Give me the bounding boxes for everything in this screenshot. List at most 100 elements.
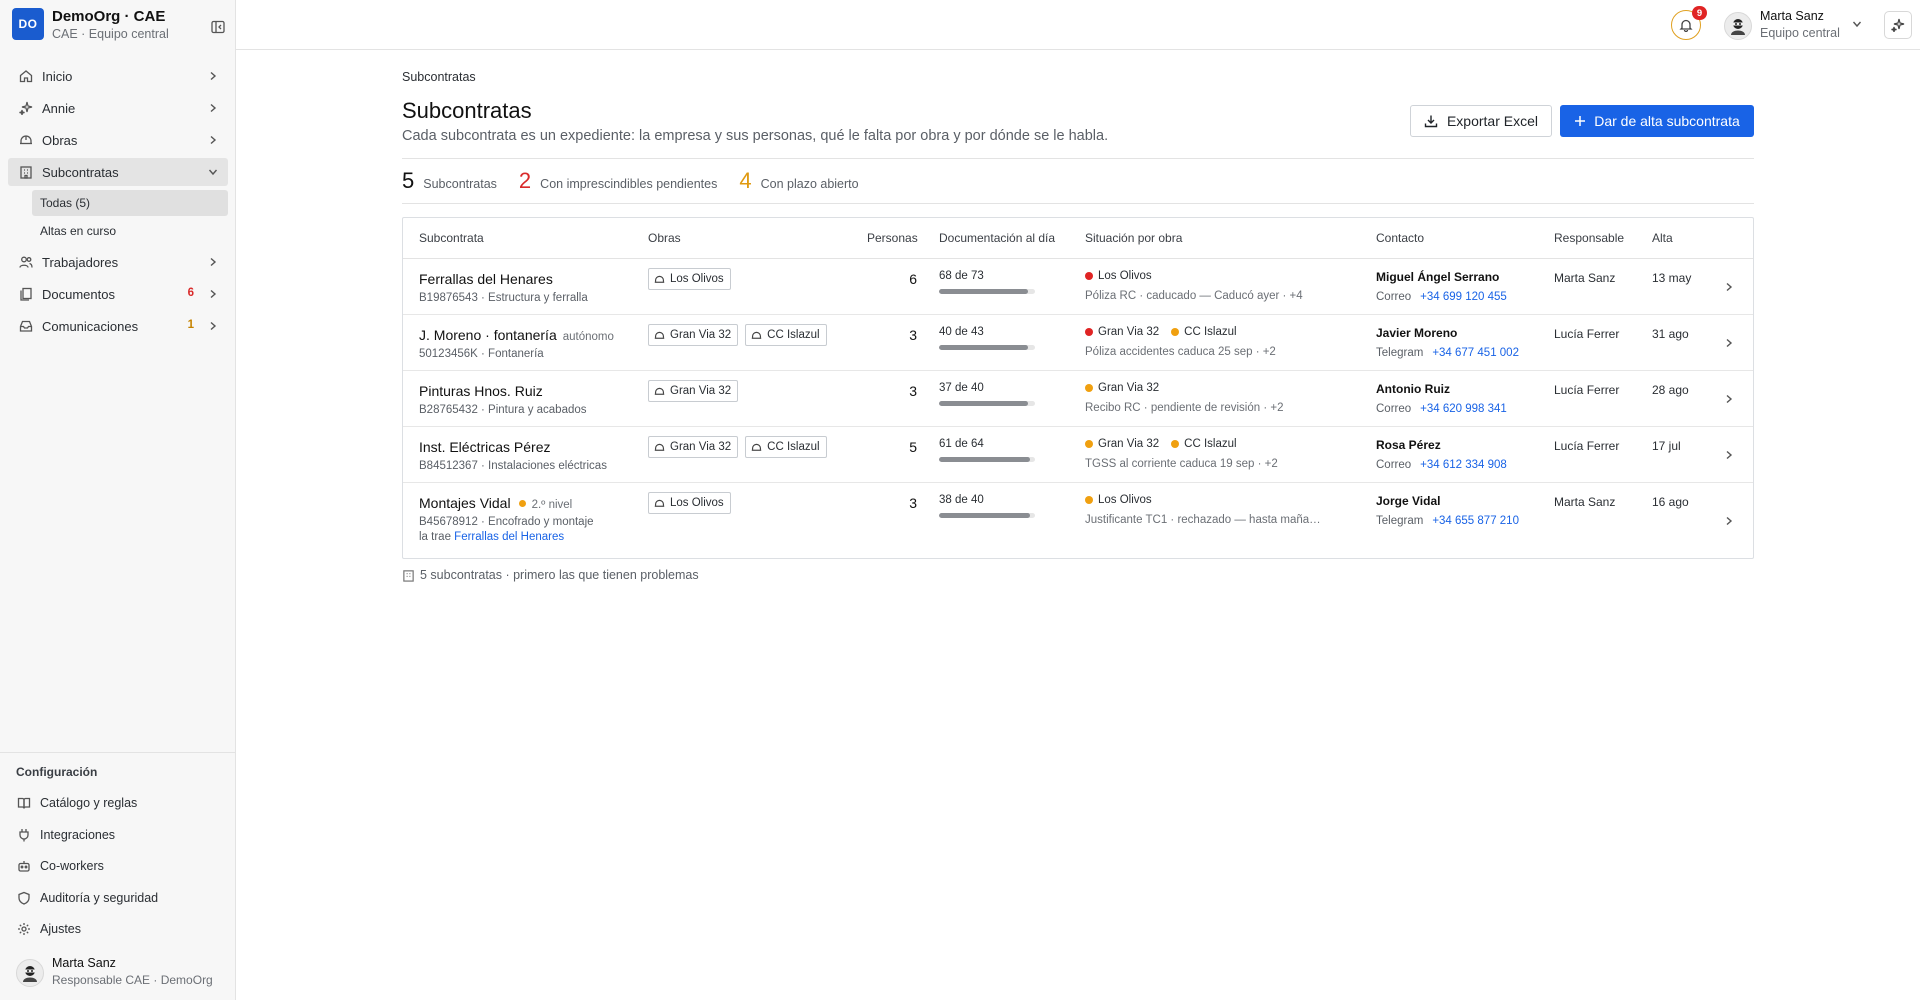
- comunicaciones-count-badge: 1: [187, 319, 194, 331]
- brought-by-link[interactable]: Ferrallas del Henares: [454, 531, 564, 543]
- situacion-note: Póliza RC · caducado — Caducó ayer · +4: [1085, 290, 1303, 302]
- user-menu[interactable]: Marta Sanz Equipo central: [1724, 8, 1874, 42]
- th-subcontrata[interactable]: Subcontrata: [419, 231, 484, 245]
- new-subcontrata-button[interactable]: Dar de alta subcontrata: [1560, 105, 1754, 137]
- subcontrata-cell: Montajes Vidal 2.º nivel B45678912 · Enco…: [419, 495, 594, 543]
- nav-label: Trabajadores: [42, 254, 119, 270]
- nav-label: Comunicaciones: [42, 318, 139, 334]
- table-row[interactable]: Montajes Vidal 2.º nivel B45678912 · Enco…: [403, 483, 1753, 559]
- nav-item-subcontratas[interactable]: Subcontratas: [8, 158, 228, 186]
- situacion-obra: CC Islazul: [1171, 438, 1237, 450]
- sidebar-collapse-icon[interactable]: [208, 17, 228, 37]
- chevron-right-icon[interactable]: [1721, 513, 1737, 529]
- avatar: [16, 959, 44, 987]
- contact-phone-link[interactable]: +34 620 998 341: [1420, 403, 1507, 415]
- table-row[interactable]: Pinturas Hnos. Ruiz B28765432 · Pintura …: [403, 371, 1753, 427]
- obras-cell: Los Olivos: [648, 268, 738, 290]
- org-switcher[interactable]: DO DemoOrg · CAE CAE · Equipo central: [12, 8, 225, 42]
- documentacion-text: 38 de 40: [939, 494, 984, 506]
- config-item-ajustes[interactable]: Ajustes: [0, 915, 236, 943]
- stat-imprescindibles[interactable]: 2 Con imprescindibles pendientes: [519, 168, 717, 194]
- hard-hat-icon: [654, 442, 665, 453]
- subcontrata-name[interactable]: Pinturas Hnos. Ruiz: [419, 383, 543, 399]
- th-personas[interactable]: Personas: [867, 231, 918, 245]
- obras-cell: Los Olivos: [648, 492, 738, 514]
- obra-chip[interactable]: Gran Via 32: [648, 380, 739, 402]
- bot-icon: [16, 858, 32, 874]
- config-item-catalogo[interactable]: Catálogo y reglas: [0, 789, 236, 817]
- obra-chip-label: Gran Via 32: [670, 385, 732, 397]
- personas-count: 5: [909, 439, 917, 455]
- obra-chip[interactable]: CC Islazul: [745, 324, 827, 346]
- nav-item-comunicaciones[interactable]: Comunicaciones 1: [8, 312, 228, 340]
- main-nav: Inicio Annie Obras Subcontratas Todas (5…: [8, 62, 228, 344]
- document-icon: [18, 286, 34, 302]
- config-section: Configuración Catálogo y reglas Integrac…: [0, 752, 236, 947]
- th-obras[interactable]: Obras: [648, 231, 681, 245]
- nav-item-obras[interactable]: Obras: [8, 126, 228, 154]
- breadcrumb[interactable]: Subcontratas: [402, 70, 476, 84]
- config-item-integraciones[interactable]: Integraciones: [0, 821, 236, 849]
- hard-hat-icon: [751, 330, 762, 341]
- subnav-altas-en-curso[interactable]: Altas en curso: [32, 218, 228, 244]
- th-situacion[interactable]: Situación por obra: [1085, 231, 1182, 245]
- stat-plazo-abierto[interactable]: 4 Con plazo abierto: [739, 168, 858, 194]
- th-documentacion[interactable]: Documentación al día: [939, 231, 1055, 245]
- obras-cell: Gran Via 32: [648, 380, 745, 402]
- chevron-right-icon[interactable]: [1721, 335, 1737, 351]
- table-row[interactable]: Ferrallas del Henares B19876543 · Estruc…: [403, 259, 1753, 315]
- nav-label: Obras: [42, 132, 78, 148]
- th-contacto[interactable]: Contacto: [1376, 231, 1424, 245]
- subcontrata-name[interactable]: Ferrallas del Henares: [419, 271, 553, 287]
- nav-item-inicio[interactable]: Inicio: [8, 62, 228, 90]
- chevron-right-icon[interactable]: [1721, 447, 1737, 463]
- hard-hat-icon: [654, 330, 665, 341]
- download-icon: [1424, 114, 1438, 128]
- sidebar-user[interactable]: Marta Sanz Responsable CAE · DemoOrg: [16, 956, 226, 990]
- contact-phone-link[interactable]: +34 612 334 908: [1420, 459, 1507, 471]
- contact-phone-link[interactable]: +34 699 120 455: [1420, 291, 1507, 303]
- obra-chip[interactable]: Los Olivos: [648, 492, 731, 514]
- table-row[interactable]: J. Moreno · fontanería autónomo 50123456K…: [403, 315, 1753, 371]
- situacion-note: TGSS al corriente caduca 19 sep · +2: [1085, 458, 1278, 470]
- chevron-right-icon: [206, 133, 220, 147]
- contact-phone-link[interactable]: +34 677 451 002: [1432, 347, 1519, 359]
- config-item-auditoria[interactable]: Auditoría y seguridad: [0, 884, 236, 912]
- obra-chip[interactable]: CC Islazul: [745, 436, 827, 458]
- export-excel-button[interactable]: Exportar Excel: [1410, 105, 1552, 137]
- subcontrata-cell: J. Moreno · fontanería autónomo 50123456K…: [419, 327, 614, 360]
- users-icon: [18, 254, 34, 270]
- obra-chip[interactable]: Gran Via 32: [648, 324, 739, 346]
- documentacion-progress-fill: [939, 513, 1031, 518]
- obra-chip[interactable]: Los Olivos: [648, 268, 731, 290]
- subcontrata-name[interactable]: Inst. Eléctricas Pérez: [419, 439, 551, 455]
- situacion-obras: Gran Via 32 CC Islazul: [1085, 438, 1278, 450]
- contact-name: Jorge Vidal: [1376, 494, 1441, 508]
- documentacion-cell: 40 de 43: [939, 326, 1035, 350]
- responsable: Marta Sanz: [1554, 495, 1616, 509]
- subcontrata-cell: Ferrallas del Henares B19876543 · Estruc…: [419, 271, 588, 304]
- assistant-sparkle-icon[interactable]: [1884, 11, 1912, 39]
- subnav-todas[interactable]: Todas (5): [32, 190, 228, 216]
- subcontrata-name[interactable]: Montajes Vidal: [419, 495, 511, 511]
- obra-chip[interactable]: Gran Via 32: [648, 436, 739, 458]
- subcontrata-name[interactable]: J. Moreno · fontanería: [419, 327, 557, 343]
- nav-item-documentos[interactable]: Documentos 6: [8, 280, 228, 308]
- contact-channel: Telegram: [1376, 515, 1424, 527]
- contacto-cell: Rosa Pérez Correo +34 612 334 908: [1376, 438, 1507, 471]
- table-row[interactable]: Inst. Eléctricas Pérez B84512367 · Insta…: [403, 427, 1753, 483]
- contact-phone-link[interactable]: +34 655 877 210: [1432, 515, 1519, 527]
- config-item-coworkers[interactable]: Co-workers: [0, 852, 236, 880]
- chevron-right-icon[interactable]: [1721, 391, 1737, 407]
- stat-total[interactable]: 5 Subcontratas: [402, 168, 497, 194]
- nav-item-annie[interactable]: Annie: [8, 94, 228, 122]
- gear-icon: [16, 921, 32, 937]
- responsable: Lucía Ferrer: [1554, 383, 1620, 397]
- th-alta[interactable]: Alta: [1652, 231, 1673, 245]
- nav-item-trabajadores[interactable]: Trabajadores: [8, 248, 228, 276]
- chevron-right-icon[interactable]: [1721, 279, 1737, 295]
- documentacion-cell: 37 de 40: [939, 382, 1035, 406]
- situacion-note: Justificante TC1 · rechazado — hasta mañ…: [1085, 514, 1325, 526]
- th-responsable[interactable]: Responsable: [1554, 231, 1624, 245]
- situacion-cell: Los Olivos Póliza RC · caducado — Caducó…: [1085, 270, 1303, 302]
